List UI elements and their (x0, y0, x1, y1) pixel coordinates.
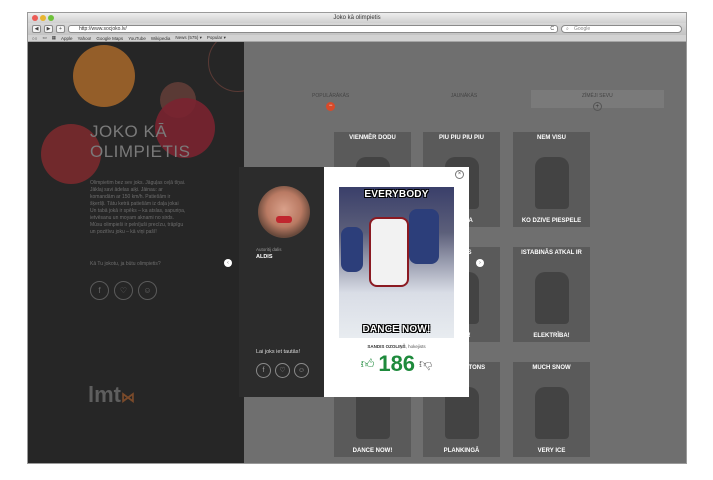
page-content: JOKO KĀ OLIMPIETIS Olimpietim bez sev jok… (28, 42, 686, 463)
top-sites-icon[interactable]: ▦ (52, 35, 56, 41)
forward-button[interactable]: ▶ (44, 25, 53, 33)
meme-card[interactable]: NEM VISU KO DZIVE PIESPELE (513, 132, 590, 227)
close-icon[interactable]: × (455, 170, 464, 179)
page-title: JOKO KĀ OLIMPIETIS (90, 122, 191, 161)
next-arrow-button[interactable]: › (476, 259, 484, 267)
meme-detail-panel: × EVERYBODY DANCE NOW! SANDIS OZOLIŅŠ, h… (324, 167, 469, 397)
bookmark-item[interactable]: YouTube (128, 36, 146, 41)
author-name: ALDIS (256, 254, 273, 260)
address-bar[interactable]: http://www.socjoko.lv/ C (68, 25, 558, 33)
search-icon: ⌕ (566, 26, 569, 32)
meme-card[interactable]: ISTABINĀS ATKAL IR ELEKTRĪBA! (513, 247, 590, 342)
draugiem-icon[interactable]: ♡ (114, 281, 133, 300)
player-figure (341, 227, 363, 272)
popular-dot-icon: − (326, 102, 336, 111)
intro-text: Olimpietim bez sev joks. Jāguļas ceļā tī… (90, 180, 186, 235)
bookmarks-bar: ○○ ▭ ▦ Apple Yahoo! Google Maps YouTube … (28, 35, 686, 42)
player-figure (369, 217, 409, 287)
browser-window: Joko kā olimpietis ◀ ▶ + http://www.socj… (27, 12, 687, 464)
add-icon: + (592, 102, 602, 111)
twitter-icon[interactable]: ☺ (138, 281, 157, 300)
bookmark-item[interactable]: News (575) ▾ (175, 35, 202, 41)
bookmark-item[interactable]: Google Maps (96, 36, 123, 41)
bookmarks-book-icon[interactable]: ▭ (42, 35, 46, 41)
thumbs-up-icon[interactable]: 👍︎ (361, 356, 375, 372)
search-placeholder: Google (574, 26, 591, 32)
close-window-button[interactable] (32, 15, 38, 21)
bookmark-item[interactable]: Apple (61, 36, 73, 41)
author-panel: Autoritij dalis ALDIS Lai joks iet tautā… (239, 167, 324, 397)
player-figure (409, 209, 439, 264)
vote-row: 👍︎ 186 👎︎ (324, 351, 469, 377)
author-avatar (258, 186, 310, 238)
bookmark-item[interactable]: Popular ▾ (207, 35, 226, 41)
url-text: http://www.socjoko.lv/ (79, 26, 127, 32)
vote-count: 186 (378, 351, 416, 376)
back-button[interactable]: ◀ (32, 25, 41, 33)
zoom-window-button[interactable] (48, 15, 54, 21)
window-title: Joko kā olimpietis (333, 15, 381, 21)
reading-list-icon[interactable]: ○○ (32, 36, 37, 41)
minimize-window-button[interactable] (40, 15, 46, 21)
athlete-caption: SANDIS OZOLIŅŠ, hokejists (367, 344, 426, 349)
meme-card[interactable]: MUCH SNOW VERY ICE (513, 362, 590, 457)
thumbs-down-icon[interactable]: 👎︎ (419, 356, 432, 372)
prev-arrow-button[interactable]: ‹ (224, 259, 232, 267)
add-bookmark-button[interactable]: + (56, 25, 65, 33)
title-bar: Joko kā olimpietis (28, 13, 686, 23)
browser-toolbar: ◀ ▶ + http://www.socjoko.lv/ C ⌕ Google (28, 23, 686, 35)
twitter-share-icon[interactable]: ☺ (294, 363, 309, 378)
tab-draw-yourself[interactable]: ZĪMĒJI SEVU + (530, 90, 664, 111)
window-controls (32, 15, 54, 21)
meme-image: EVERYBODY DANCE NOW! (339, 187, 454, 338)
lmt-logo: lmt⋈ (88, 382, 135, 407)
share-text: Lai joks iet tautās! (256, 349, 301, 355)
gallery-tabs: POPULĀRĀKĀS − JAUNĀKĀS ZĪMĒJI SEVU + (264, 90, 664, 111)
reload-icon[interactable]: C (550, 26, 554, 33)
meme-bottom-caption: DANCE NOW! (362, 324, 431, 335)
facebook-share-icon[interactable]: f (256, 363, 271, 378)
bookmark-item[interactable]: Wikipedia (151, 36, 171, 41)
meme-top-caption: EVERYBODY (364, 189, 429, 200)
tab-popular[interactable]: POPULĀRĀKĀS − (264, 90, 397, 111)
facebook-icon[interactable]: f (90, 281, 109, 300)
search-field[interactable]: ⌕ Google (561, 25, 682, 33)
decor-circle (73, 45, 135, 107)
tab-newest[interactable]: JAUNĀKĀS (397, 90, 530, 108)
draugiem-share-icon[interactable]: ♡ (275, 363, 290, 378)
bookmark-item[interactable]: Yahoo! (77, 36, 91, 41)
question-text: Kā Tu jokotu, ja būtu olimpietis? (90, 261, 161, 267)
author-label: Autoritij dalis (256, 247, 282, 252)
sidebar: JOKO KĀ OLIMPIETIS Olimpietim bez sev jok… (28, 42, 268, 463)
